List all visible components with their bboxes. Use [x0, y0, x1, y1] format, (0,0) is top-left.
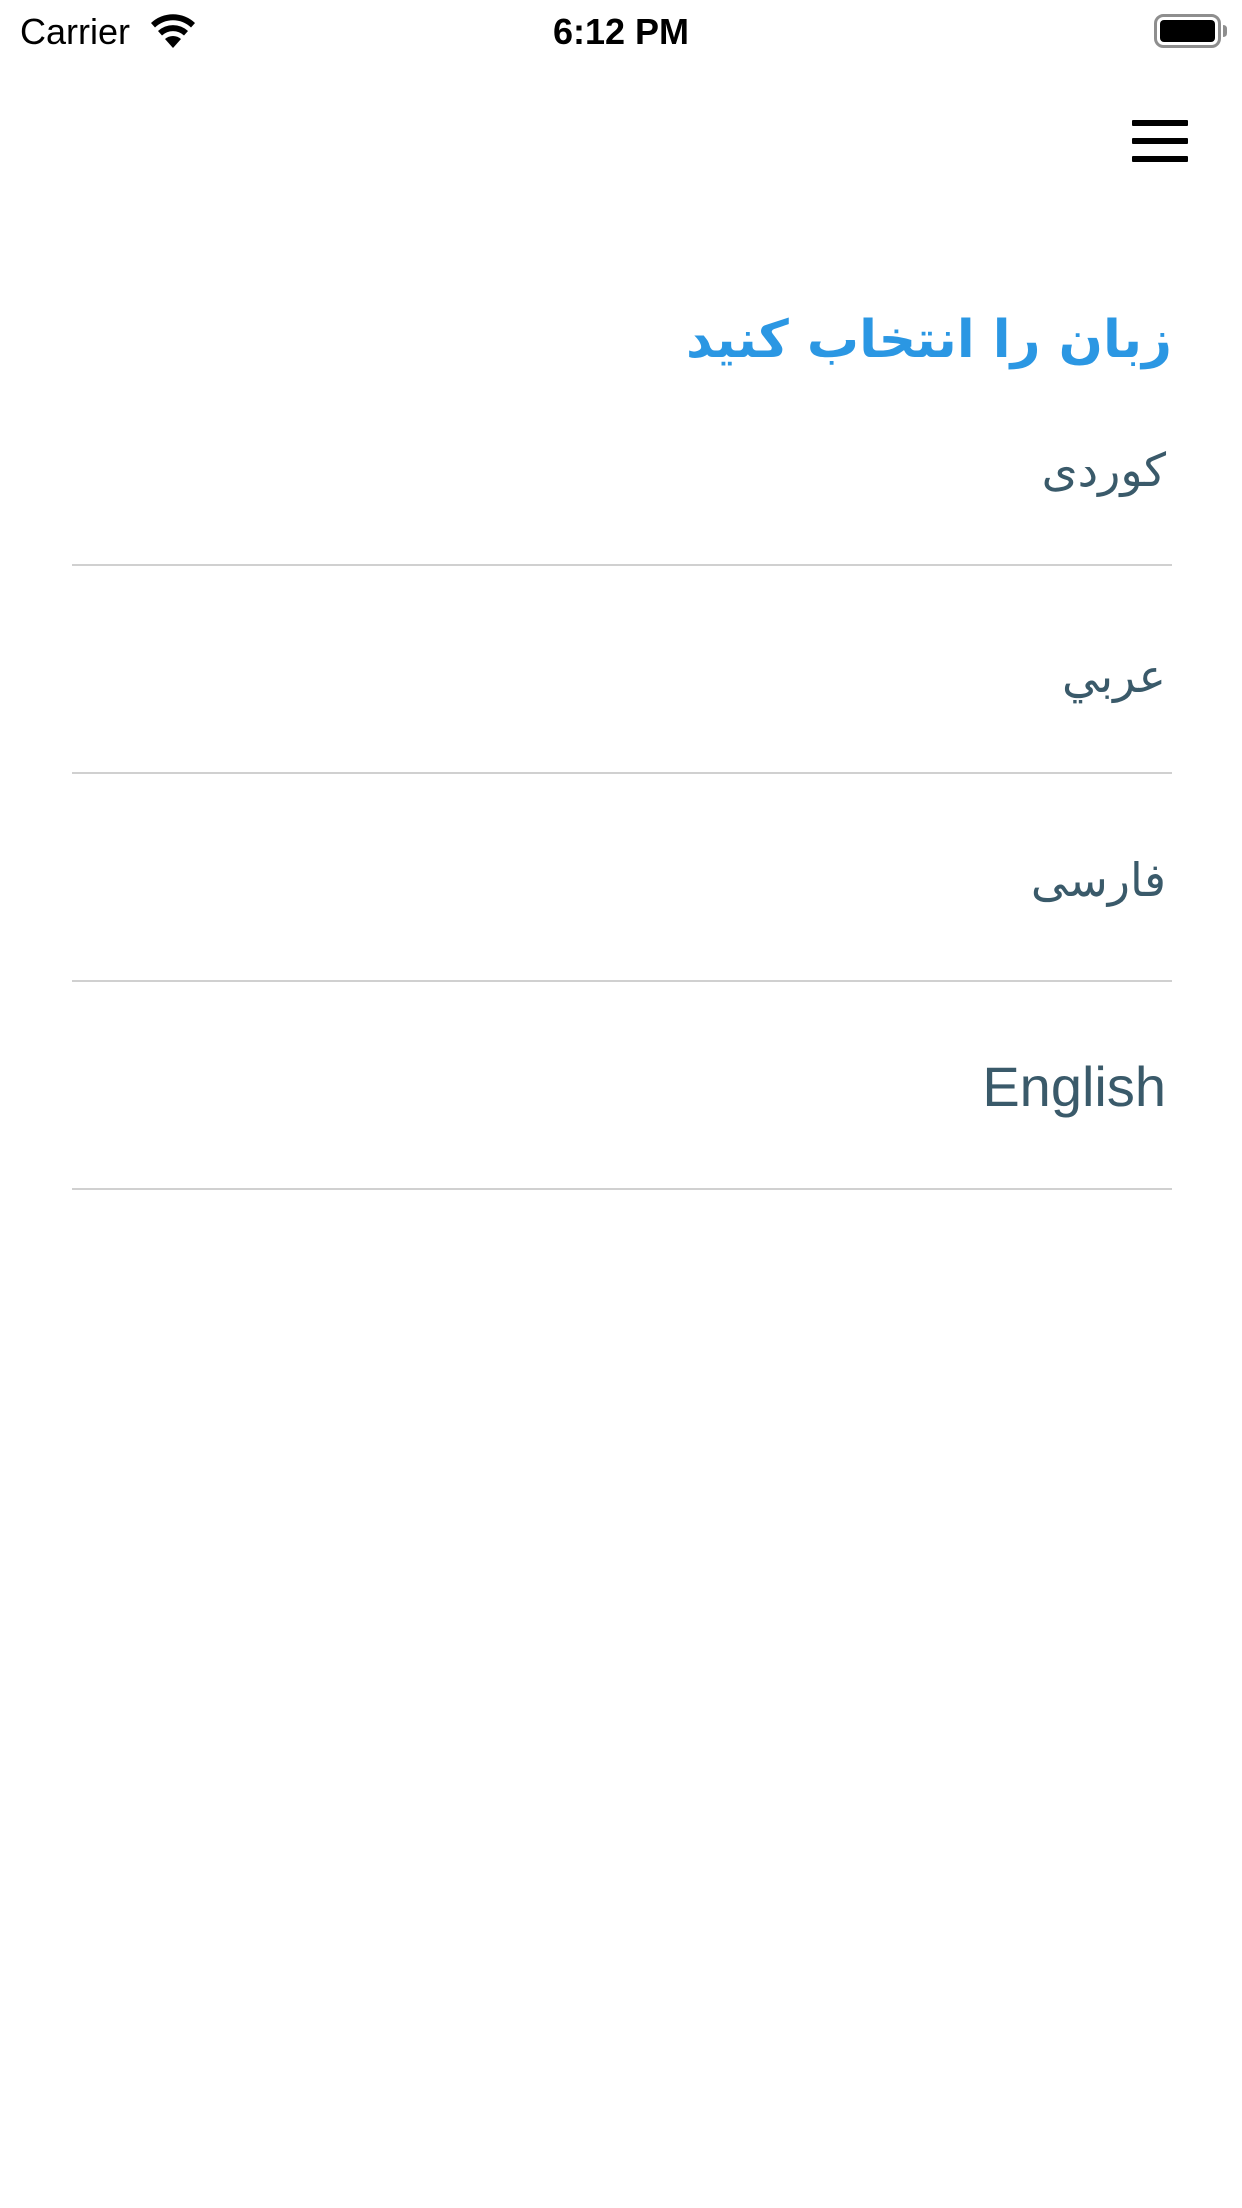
menu-button[interactable] [1118, 118, 1202, 182]
language-item-kurdish[interactable]: کوردی [72, 360, 1172, 566]
status-time: 6:12 PM [552, 11, 690, 52]
language-label-persian: فارسی [1030, 853, 1166, 907]
status-bar: Carrier 6:12 PM [0, 0, 1242, 64]
language-item-persian[interactable]: فارسی [72, 774, 1172, 982]
language-list: کوردی عربي فارسی English [72, 360, 1172, 1190]
battery-full-icon [1154, 14, 1227, 48]
language-label-kurdish: کوردی [1041, 443, 1166, 497]
language-item-arabic[interactable]: عربي [72, 566, 1172, 774]
language-item-english[interactable]: English [72, 982, 1172, 1190]
language-label-arabic: عربي [1062, 649, 1166, 703]
language-label-english: English [982, 1055, 1166, 1118]
navigation-bar [0, 64, 1242, 224]
